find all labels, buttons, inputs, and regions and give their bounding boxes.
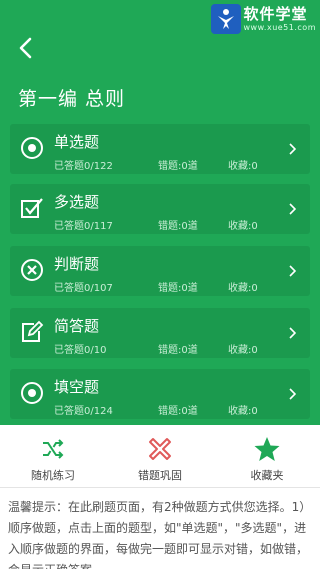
watermark-url: www.xue51.com [243,22,316,32]
category-short-answer[interactable]: 简答题 已答题0/10 错题:0道 收藏:0 [10,308,310,358]
tips-text: 温馨提示：在此刷题页面，有2种做题方式供您选择。1）顺序做题，点击上面的题型，如… [8,500,312,569]
chevron-right-icon [286,201,298,217]
wrong-count: 错题:0道 [158,221,198,232]
checkbox-icon [20,196,44,220]
category-title: 多选题 [54,193,100,211]
target-icon [20,381,44,405]
chevron-right-icon [286,141,298,157]
app-screen: 软件学堂 www.xue51.com 第一编 总则 单选题 已答题0/122 错… [0,0,320,569]
edit-icon [20,320,44,344]
bottom-panel: 随机练习 错题巩固 收藏夹 温馨提示：在此刷题页面，有2种做题方式供您选择。1）… [0,425,320,569]
category-single-choice[interactable]: 单选题 已答题0/122 错题:0道 收藏:0 [10,124,310,174]
chevron-left-icon [19,37,32,59]
favorite-count: 收藏:0 [228,283,258,294]
category-true-false[interactable]: 判断题 已答题0/107 错题:0道 收藏:0 [10,246,310,296]
category-fill-blank[interactable]: 填空题 已答题0/124 错题:0道 收藏:0 [10,369,310,419]
shuffle-icon [39,435,67,463]
logo-icon [210,4,241,34]
favorite-count: 收藏:0 [228,161,258,172]
target-icon [20,136,44,160]
wrong-count: 错题:0道 [158,161,198,172]
answered-count: 已答题0/122 [54,161,113,172]
category-title: 简答题 [54,317,100,335]
category-title: 单选题 [54,133,100,151]
chevron-right-icon [286,325,298,341]
answered-count: 已答题0/10 [54,345,107,356]
wrong-count: 错题:0道 [158,345,198,356]
action-label: 错题巩固 [138,469,182,482]
divider [0,487,320,488]
cross-circle-icon [20,258,44,282]
back-button[interactable] [12,34,40,62]
favorite-count: 收藏:0 [228,406,258,417]
answered-count: 已答题0/124 [54,406,113,417]
category-multiple-choice[interactable]: 多选题 已答题0/117 错题:0道 收藏:0 [10,184,310,234]
star-icon [253,435,281,463]
action-label: 随机练习 [31,469,75,482]
action-bar: 随机练习 错题巩固 收藏夹 [0,425,320,487]
category-title: 判断题 [54,255,100,273]
favorite-count: 收藏:0 [228,345,258,356]
header-area: 软件学堂 www.xue51.com 第一编 总则 单选题 已答题0/122 错… [0,0,320,425]
chevron-right-icon [286,263,298,279]
favorites-button[interactable]: 收藏夹 [214,425,320,487]
wrong-review-button[interactable]: 错题巩固 [107,425,213,487]
wrong-count: 错题:0道 [158,406,198,417]
watermark-logo: 软件学堂 www.xue51.com [210,2,316,36]
answered-count: 已答题0/117 [54,221,113,232]
answered-count: 已答题0/107 [54,283,113,294]
random-practice-button[interactable]: 随机练习 [0,425,106,487]
action-label: 收藏夹 [250,469,284,482]
category-title: 填空题 [54,378,100,396]
watermark-brand: 软件学堂 [243,4,308,23]
page-title: 第一编 总则 [18,88,126,110]
chevron-right-icon [286,386,298,402]
wrong-count: 错题:0道 [158,283,198,294]
wrong-icon [146,435,174,463]
favorite-count: 收藏:0 [228,221,258,232]
